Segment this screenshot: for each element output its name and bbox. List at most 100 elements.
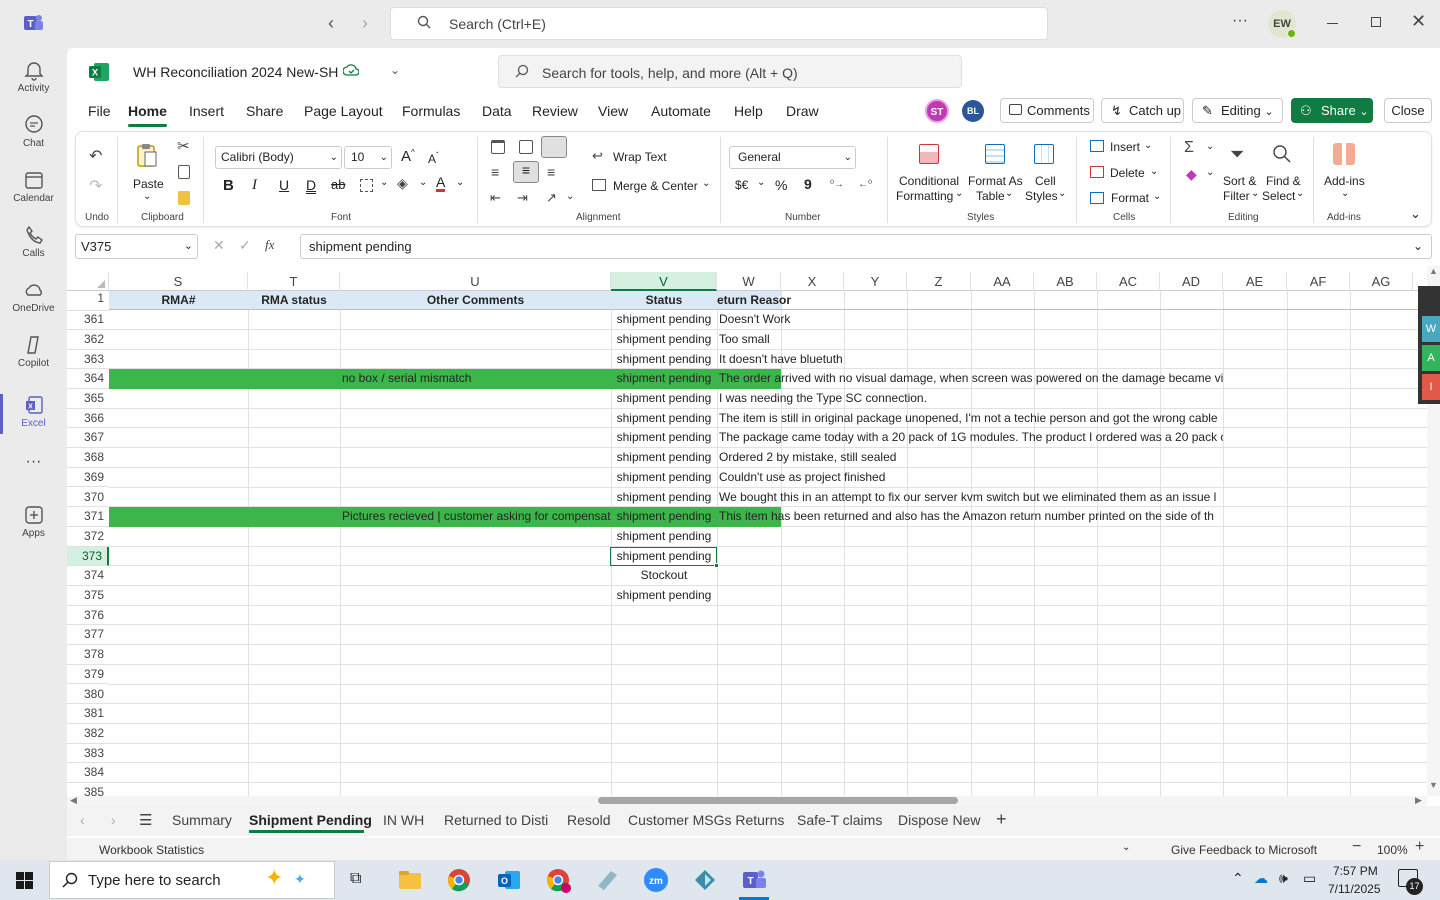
tab-help[interactable]: Help <box>734 103 763 119</box>
row-header[interactable]: 362 <box>67 330 109 350</box>
teams-logo-icon[interactable]: T <box>22 12 44 34</box>
tab-review[interactable]: Review <box>532 103 578 119</box>
column-header-t[interactable]: T <box>248 272 340 291</box>
conditional-formatting-chevron-icon[interactable]: ⌄ <box>955 188 963 199</box>
row-header[interactable]: 366 <box>67 409 109 429</box>
redo-icon[interactable]: ↷ <box>89 176 102 196</box>
column-header-ac[interactable]: AC <box>1097 272 1160 291</box>
insert-function-icon[interactable]: fx <box>265 237 274 253</box>
orientation-chevron-icon[interactable]: ⌄ <box>566 191 574 202</box>
row-header[interactable]: 368 <box>67 448 109 468</box>
conditional-formatting-icon[interactable] <box>919 144 939 164</box>
format-as-table-icon[interactable] <box>985 144 1005 164</box>
row-header[interactable]: 365 <box>67 389 109 409</box>
back-arrow-icon[interactable]: ‹ <box>328 13 334 34</box>
borders-chevron-icon[interactable]: ⌄ <box>380 177 388 188</box>
give-feedback-link[interactable]: Give Feedback to Microsoft <box>1171 843 1317 857</box>
autosave-icon[interactable] <box>342 63 360 77</box>
network-icon[interactable]: ▭ <box>1303 870 1316 887</box>
merge-center-icon[interactable] <box>592 179 606 191</box>
autosum-icon[interactable]: Σ <box>1184 139 1194 157</box>
column-header-u[interactable]: U <box>340 272 611 291</box>
sheet-tab-summary[interactable]: Summary <box>172 812 232 828</box>
status-cell[interactable]: shipment pending <box>611 330 717 350</box>
row-header[interactable]: 376 <box>67 606 109 626</box>
header-status[interactable]: Status <box>611 291 717 311</box>
status-cell[interactable]: shipment pending <box>611 507 717 527</box>
paste-chevron-icon[interactable]: ⌄ <box>143 191 151 202</box>
clock-time[interactable]: 7:57 PM <box>1333 864 1378 878</box>
status-cell[interactable]: shipment pending <box>611 586 717 606</box>
increase-indent-icon[interactable]: ⇥ <box>517 190 528 206</box>
underline-icon[interactable]: U <box>279 177 289 193</box>
header-other-comments[interactable]: Other Comments <box>340 291 611 311</box>
return-reason-cell[interactable]: We bought this in an attempt to fix our … <box>717 488 1223 508</box>
active-cell-selection[interactable] <box>610 546 717 567</box>
cell-styles-label-2[interactable]: Styles <box>1025 189 1058 203</box>
sort-filter-label-1[interactable]: Sort & <box>1223 174 1256 188</box>
sheet-tab-shipment-pending[interactable]: Shipment Pending <box>249 812 372 828</box>
status-cell[interactable]: shipment pending <box>611 389 717 409</box>
currency-button[interactable]: $€ <box>735 178 748 192</box>
file-explorer-icon[interactable] <box>394 864 426 896</box>
zoom-in-icon[interactable]: + <box>1415 838 1424 856</box>
number-format-select[interactable]: General ⌄ <box>729 146 856 169</box>
scroll-left-arrow-icon[interactable]: ◀ <box>70 795 77 806</box>
document-title[interactable]: WH Reconciliation 2024 New-SH <box>133 64 338 80</box>
column-header-ag[interactable]: AG <box>1350 272 1413 291</box>
align-bottom-icon[interactable] <box>541 136 567 158</box>
cell-styles-icon[interactable] <box>1034 144 1054 164</box>
side-tab-w[interactable]: W <box>1422 316 1440 342</box>
header-return-reason[interactable]: eturn Reason <box>717 291 791 311</box>
column-header-w[interactable]: W <box>717 272 781 291</box>
comments-button[interactable]: Comments <box>1000 98 1094 123</box>
sort-filter-icon[interactable]: ⏷ <box>1230 144 1244 165</box>
return-reason-cell[interactable]: I was needing the Type SC connection. <box>717 389 1223 409</box>
currency-chevron-icon[interactable]: ⌄ <box>757 177 765 188</box>
forward-arrow-icon[interactable]: › <box>362 13 368 34</box>
find-select-label-1[interactable]: Find & <box>1266 174 1301 188</box>
decrease-decimal-icon[interactable]: ←⁰ <box>858 179 872 190</box>
select-all-corner[interactable] <box>67 272 109 291</box>
formula-input[interactable]: shipment pending ⌄ <box>300 234 1432 259</box>
comment-cell[interactable]: no box / serial mismatch <box>340 369 611 389</box>
grow-font-icon[interactable]: A^ <box>401 148 415 165</box>
merge-chevron-icon[interactable]: ⌄ <box>702 178 710 189</box>
increase-decimal-icon[interactable]: ⁰→ <box>830 179 844 190</box>
find-select-label-2[interactable]: Select <box>1262 189 1295 203</box>
user-avatar[interactable]: EW <box>1268 10 1296 38</box>
side-tab-a[interactable]: A <box>1422 345 1440 371</box>
return-reason-cell[interactable]: Ordered 2 by mistake, still sealed <box>717 448 1223 468</box>
status-cell[interactable]: shipment pending <box>611 409 717 429</box>
delete-cells-icon[interactable] <box>1090 166 1104 178</box>
side-tab-i[interactable]: I <box>1422 374 1440 400</box>
tab-share[interactable]: Share <box>246 103 283 119</box>
autosum-chevron-icon[interactable]: ⌄ <box>1206 141 1214 152</box>
conditional-formatting-label-1[interactable]: Conditional <box>899 174 959 188</box>
cut-icon[interactable]: ✂ <box>177 137 190 155</box>
more-options-icon[interactable]: ··· <box>1232 12 1248 30</box>
close-button[interactable]: Close <box>1384 98 1432 123</box>
tab-data[interactable]: Data <box>482 103 512 119</box>
undo-icon[interactable]: ↶ <box>89 146 102 166</box>
column-header-s[interactable]: S <box>109 272 248 291</box>
clear-chevron-icon[interactable]: ⌄ <box>1206 167 1214 178</box>
row-header[interactable]: 364 <box>67 369 109 389</box>
zoom-out-icon[interactable]: − <box>1352 838 1361 856</box>
zoom-level[interactable]: 100% <box>1377 843 1408 857</box>
restore-icon[interactable] <box>1371 17 1381 27</box>
status-cell[interactable]: shipment pending <box>611 448 717 468</box>
copy-icon[interactable] <box>178 165 190 179</box>
collaborator-avatar-st[interactable]: ST <box>925 99 949 123</box>
comma-button[interactable]: 9 <box>804 176 812 192</box>
sheet-prev-icon[interactable]: ‹ <box>80 812 85 828</box>
return-reason-cell[interactable]: Couldn't use as project finished <box>717 468 1223 488</box>
addins-icon[interactable] <box>1333 143 1355 165</box>
double-underline-icon[interactable]: D <box>306 177 316 193</box>
header-rma-status[interactable]: RMA status <box>248 291 340 311</box>
row-header[interactable]: 383 <box>67 744 109 764</box>
find-select-icon[interactable] <box>1272 144 1292 167</box>
comment-cell[interactable]: Pictures recieved | customer asking for … <box>340 507 611 527</box>
column-header-ab[interactable]: AB <box>1034 272 1097 291</box>
fill-chevron-icon[interactable]: ⌄ <box>419 177 427 188</box>
